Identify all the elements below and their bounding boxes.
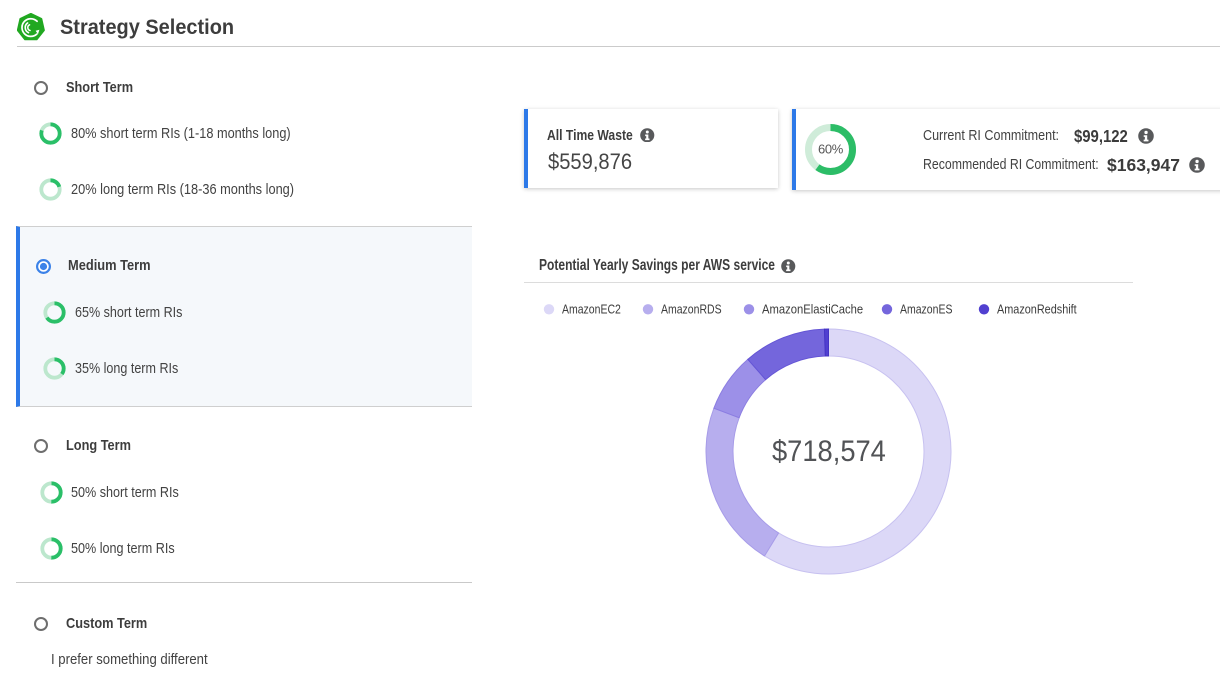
svg-text:60%: 60% [818,142,844,157]
svg-text:AmazonES: AmazonES [900,304,953,317]
svg-text:AmazonEC2: AmazonEC2 [562,304,621,317]
svg-text:AmazonRedshift: AmazonRedshift [997,303,1077,317]
svg-text:AmazonElastiCache: AmazonElastiCache [762,302,864,317]
svg-text:AmazonRDS: AmazonRDS [661,304,722,317]
